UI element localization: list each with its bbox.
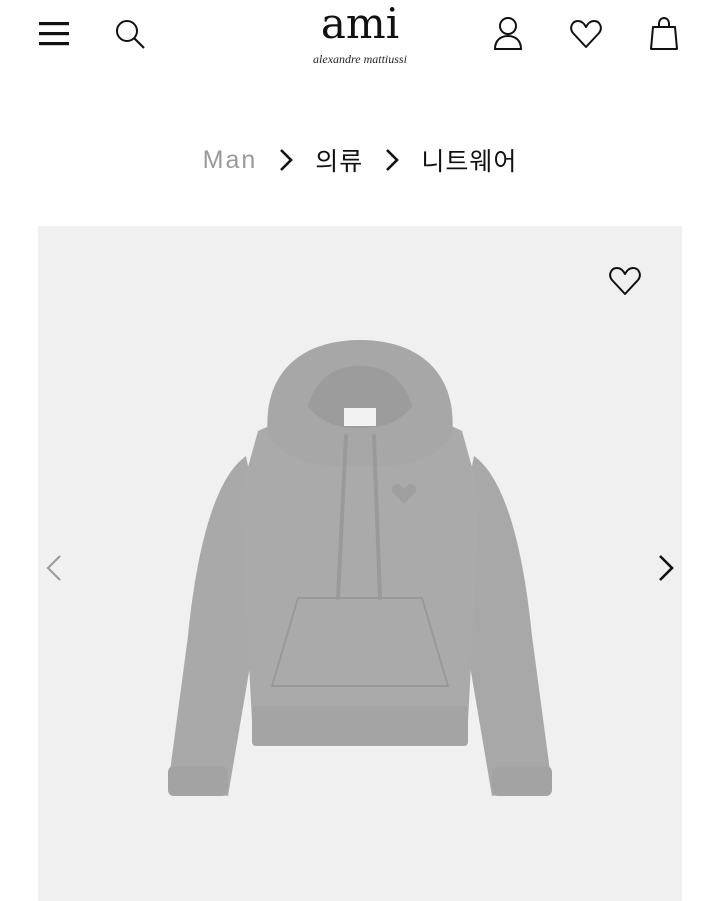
chevron-right-icon <box>385 148 400 172</box>
hamburger-menu-icon[interactable] <box>36 16 72 52</box>
logo-wordmark: ami <box>320 0 400 48</box>
breadcrumb-item-clothing[interactable]: 의류 <box>315 142 363 178</box>
chevron-left-icon[interactable] <box>42 552 66 584</box>
breadcrumb-item-knitwear[interactable]: 니트웨어 <box>421 142 517 178</box>
user-icon[interactable] <box>490 14 526 54</box>
product-image-carousel[interactable] <box>38 226 682 901</box>
hoodie-image <box>168 340 552 796</box>
brand-logo[interactable]: ami alexandre mattiussi <box>280 0 440 67</box>
search-icon[interactable] <box>112 16 148 52</box>
breadcrumb-item-man[interactable]: Man <box>203 146 258 175</box>
chevron-right-icon[interactable] <box>654 552 678 584</box>
heart-icon[interactable] <box>568 14 604 54</box>
breadcrumb: Man 의류 니트웨어 <box>0 140 720 180</box>
logo-tagline: alexandre mattiussi <box>313 52 407 66</box>
shopping-bag-icon[interactable] <box>646 14 682 54</box>
site-header: ami alexandre mattiussi <box>0 0 720 80</box>
heart-outline-icon[interactable] <box>608 264 644 300</box>
chevron-right-icon <box>279 148 294 172</box>
